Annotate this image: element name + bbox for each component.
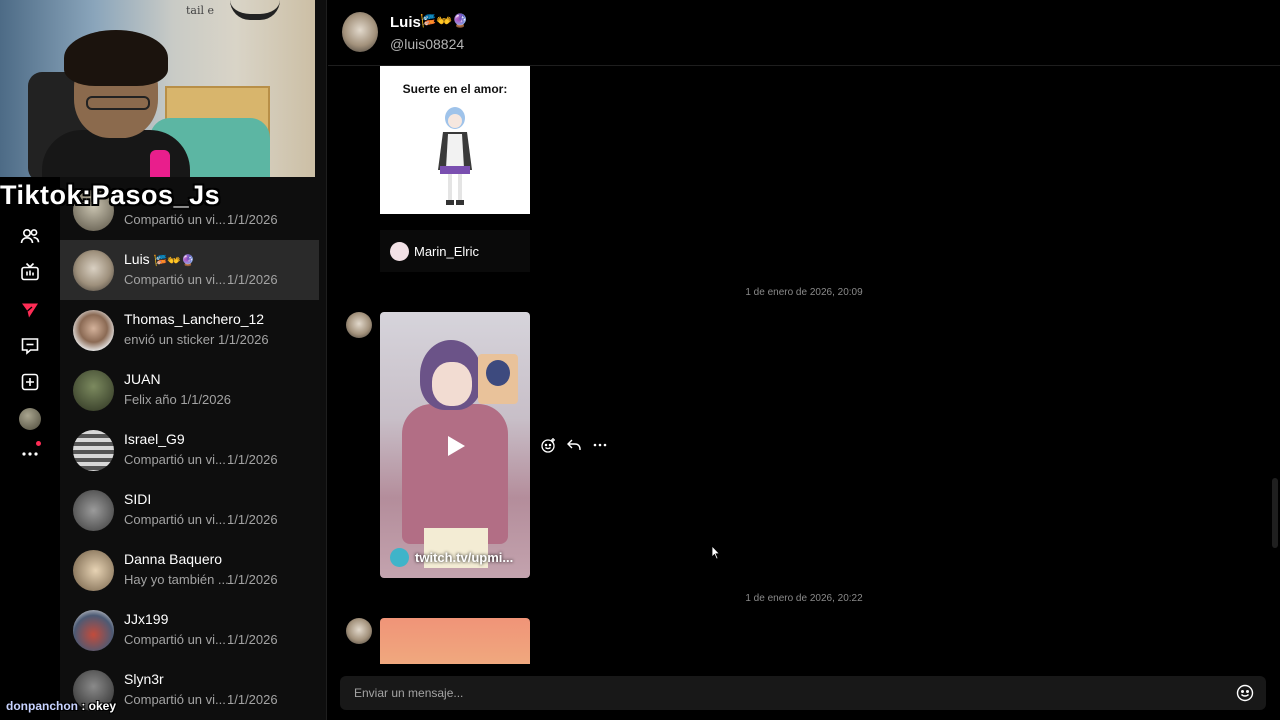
reply-icon[interactable] [566,436,582,454]
shared-post-author: Marin_Elric [414,244,480,259]
webcam-overlay: tail e [0,0,315,177]
chat-user-name[interactable]: Luis [390,14,421,31]
conversation-name: JUAN [124,371,161,387]
anime-figure-image [438,107,472,205]
conversation-name: Thomas_Lanchero_12 [124,311,265,327]
chat-user-handle[interactable]: @luis08824 [390,36,464,52]
conversation-preview: Felix año 1/1/2026 [124,392,231,407]
live-icon[interactable] [18,260,42,284]
more-icon[interactable] [18,440,42,464]
message-timestamp: 1 de enero de 2026, 20:09 [745,287,863,298]
avatar [390,548,409,567]
conversation-preview: Compartió un vi... [124,272,226,287]
conversation-name: Luis 🎏👐🔮 [124,251,195,267]
conversation-date: 1/1/2026 [227,272,278,287]
stream-chat-overlay: donpanchon : okey [6,699,117,713]
notification-dot [36,441,41,446]
avatar[interactable] [346,618,372,644]
chat-user-emoji: 🎏👐🔮 [420,13,469,28]
video-thumbnail-inset [478,354,518,404]
conversation-name: JJx199 [124,611,169,627]
conversation-item[interactable]: JJx199 Compartió un vi... 1/1/2026 [60,600,319,660]
emoji-icon[interactable] [1236,684,1254,702]
chat-header: Luis 🎏👐🔮 @luis08824 [328,0,1280,66]
avatar[interactable] [346,312,372,338]
shared-post-card[interactable]: Suerte en el amor: [380,66,530,214]
conversation-item[interactable]: JUAN Felix año 1/1/2026 [60,360,319,420]
conversation-item[interactable]: Danna Baquero Hay yo también ... 1/1/202… [60,540,319,600]
avatar [73,490,114,531]
conversation-preview: Hay yo también ... [124,572,229,587]
more-options-icon[interactable] [592,436,608,454]
conversation-preview: envió un sticker 1/1/2026 [124,332,269,347]
streamer-hair [64,30,168,86]
video-thumbnail-figure [402,404,508,544]
shared-video-card[interactable] [380,618,530,664]
shared-video-card[interactable]: twitch.tv/upmi... [380,312,530,578]
conversation-name: Slyn3r [124,671,164,687]
conversation-date: 1/1/2026 [227,632,278,647]
message-actions [540,436,608,454]
conversation-date: 1/1/2026 [227,452,278,467]
microphone [150,150,170,177]
friends-icon[interactable] [18,224,42,248]
conversation-item[interactable]: Thomas_Lanchero_12 envió un sticker 1/1/… [60,300,319,360]
conversation-name: Israel_G9 [124,431,185,447]
stream-tag-overlay: Tiktok:Pasos_Js [0,180,221,210]
conversation-preview: Compartió un vi... [124,452,226,467]
chat-panel: Luis 🎏👐🔮 @luis08824 Suerte en el amor: M… [328,0,1280,720]
conversation-preview: Compartió un vi... [124,692,226,707]
react-emoji-icon[interactable] [540,436,556,454]
wall-decal-text: tail e [186,4,215,17]
shared-post-footer[interactable]: Marin_Elric [380,230,530,272]
avatar[interactable] [342,12,378,52]
messages-icon[interactable] [18,334,42,358]
ceiling-fan [230,0,280,20]
conversation-preview: Compartió un vi... [124,512,226,527]
avatar [73,310,114,351]
conversation-item[interactable]: Israel_G9 Compartió un vi... 1/1/2026 [60,420,319,480]
profile-icon[interactable] [18,407,42,431]
conversation-date: 1/1/2026 [227,512,278,527]
conversation-item-luis[interactable]: Luis 🎏👐🔮 Compartió un vi... 1/1/2026 [60,240,319,300]
message-input-bar [340,676,1266,710]
conversation-date: 1/1/2026 [227,572,278,587]
conversation-name: SIDI [124,491,152,507]
explore-icon[interactable] [18,298,42,322]
avatar [73,250,114,291]
streamer-glasses [86,96,150,110]
play-icon[interactable] [448,436,465,456]
shared-post-title: Suerte en el amor: [402,82,508,96]
video-thumbnail-face [432,362,472,406]
conversation-preview: Compartió un vi... [124,632,226,647]
chat-scrollbar[interactable] [1272,478,1278,548]
conversation-date: 1/1/2026 [227,212,278,227]
avatar [390,242,409,261]
conversation-date: 1/1/2026 [227,692,278,707]
shared-video-footer: twitch.tv/upmi... [390,548,513,567]
upload-icon[interactable] [18,370,42,394]
message-input[interactable] [354,676,1214,710]
avatar [73,610,114,651]
avatar [73,550,114,591]
conversation-item[interactable]: SIDI Compartió un vi... 1/1/2026 [60,480,319,540]
conversation-name: Danna Baquero [124,551,223,567]
avatar [19,408,41,430]
mouse-cursor-icon [711,545,721,560]
conversation-preview: Compartió un vi... [124,212,226,227]
shared-video-source: twitch.tv/upmi... [415,550,514,565]
avatar [73,370,114,411]
avatar [73,430,114,471]
message-timestamp: 1 de enero de 2026, 20:22 [745,593,863,604]
